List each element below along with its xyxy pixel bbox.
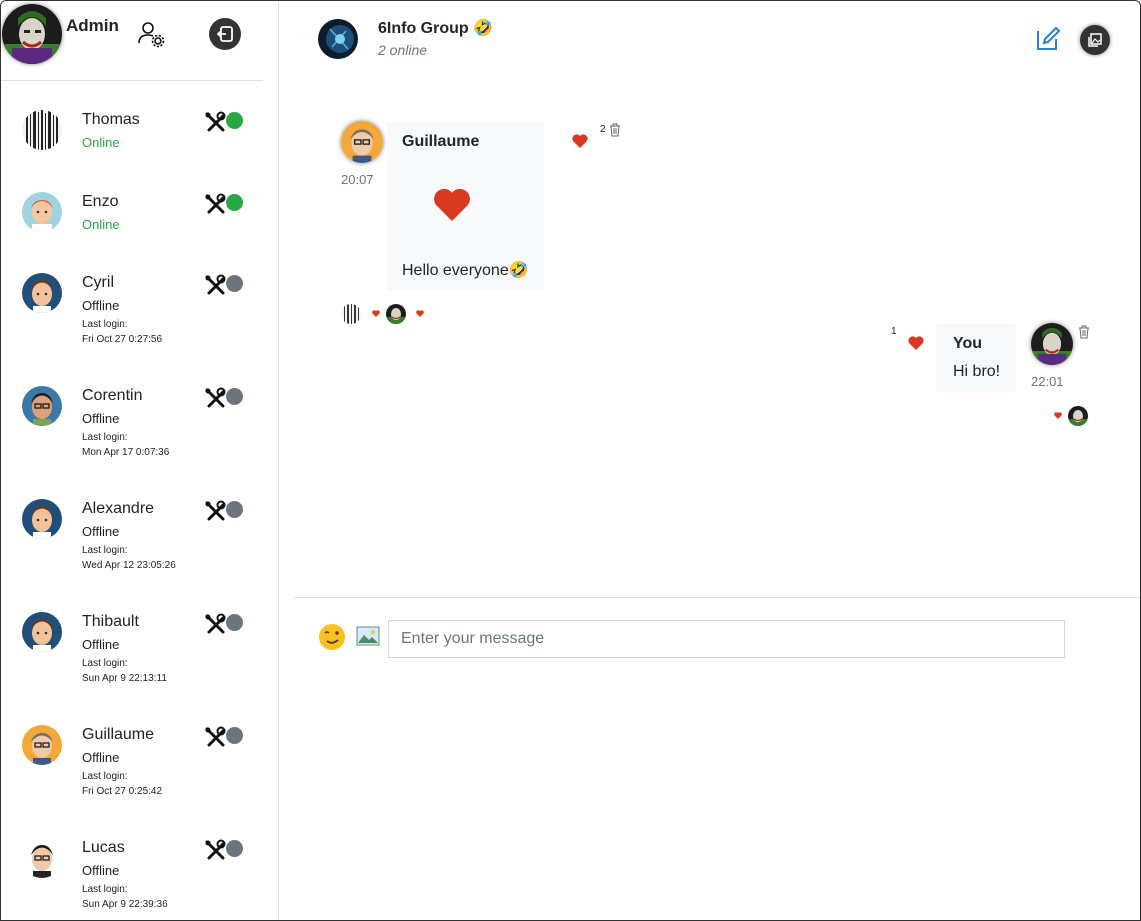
tools-icon[interactable] [204,387,226,409]
group-name: 6Info Group 🤣 [378,20,494,37]
user-status: Offline [82,298,120,313]
avatar [22,110,62,150]
user-settings-icon[interactable] [136,19,166,49]
last-login-label: Last login: [82,432,128,443]
admin-avatar[interactable] [2,4,62,64]
last-login-value: Sun Apr 9 22:13:11 [82,673,167,684]
message-time: 20:07 [341,172,374,187]
user-item-alexandre[interactable]: Alexandre Offline Last login: Wed Apr 12… [1,499,263,612]
heart-react-icon[interactable] [572,134,588,148]
app-window: Admin Thomas Online Enzo Online Cyril Of… [0,0,1141,921]
reaction-count: 2 [600,124,606,135]
online-status-dot [226,112,243,129]
online-status-dot [226,194,243,211]
user-item-guillaume[interactable]: Guillaume Offline Last login: Fri Oct 27… [1,725,263,838]
avatar [22,499,62,539]
user-item-corentin[interactable]: Corentin Offline Last login: Mon Apr 17 … [1,386,263,499]
user-name: Thomas [82,111,140,128]
last-login-value: Fri Oct 27 0:27:56 [82,334,163,345]
offline-status-dot [226,614,243,631]
user-status: Online [82,135,120,150]
last-login-label: Last login: [82,319,128,330]
user-name: Thibault [82,613,139,630]
last-login-value: Fri Oct 27 0:25:42 [82,786,163,797]
message-bubble[interactable]: You Hi bro! [936,324,1016,392]
trash-icon[interactable] [1078,325,1090,339]
reader-avatar [1068,406,1088,426]
heart-icon [1054,412,1062,419]
user-name: Corentin [82,387,143,404]
user-status: Offline [82,524,120,539]
tools-icon[interactable] [204,193,226,215]
logout-icon[interactable] [209,18,241,50]
admin-bar: Admin [1,1,263,81]
user-name: Cyril [82,274,114,291]
avatar [22,192,62,232]
user-status: Offline [82,637,120,652]
my-avatar[interactable] [1031,323,1073,365]
gallery-icon[interactable] [1080,25,1110,55]
last-login-value: Wed Apr 12 23:05:26 [82,560,176,571]
avatar [22,612,62,652]
offline-status-dot [226,275,243,292]
image-upload-icon[interactable] [356,626,380,646]
user-status: Offline [82,411,120,426]
online-count: 2 online [378,42,428,58]
user-item-lucas[interactable]: Lucas Offline Last login: Sun Apr 9 22:3… [1,838,263,920]
tools-icon[interactable] [204,726,226,748]
user-name: Enzo [82,193,119,210]
chat-header: 6Info Group 🤣 2 online [294,1,1140,81]
user-name: Lucas [82,839,125,856]
user-status: Offline [82,750,120,765]
message-composer [294,597,1140,920]
admin-name: Admin [66,16,119,35]
emoji-icon[interactable] [318,623,346,651]
tools-icon[interactable] [204,839,226,861]
heart-icon [416,310,424,317]
tools-icon[interactable] [204,500,226,522]
heart-react-icon[interactable] [908,336,924,350]
tools-icon[interactable] [204,613,226,635]
offline-status-dot [226,388,243,405]
user-name: Alexandre [82,500,155,517]
user-status: Offline [82,863,120,878]
avatar [22,838,62,878]
offline-status-dot [226,727,243,744]
trash-icon[interactable] [609,123,621,137]
message-bubble[interactable]: Guillaume Hello everyone🤣 [387,122,544,290]
last-login-value: Sun Apr 9 22:39:36 [82,899,168,910]
reaction-count: 1 [891,326,897,337]
last-login-value: Mon Apr 17 0:07:36 [82,447,170,458]
message-author: Guillaume [402,133,480,150]
avatar [22,386,62,426]
message-time: 22:01 [1031,374,1064,389]
last-login-label: Last login: [82,884,128,895]
message-text: Hello everyone🤣 [402,262,529,279]
tools-icon[interactable] [204,111,226,133]
heart-sticker-icon [434,188,470,221]
reader-avatar [341,304,361,324]
sidebar: Admin Thomas Online Enzo Online Cyril Of… [1,1,279,920]
last-login-label: Last login: [82,771,128,782]
reader-avatar [386,304,406,324]
last-login-label: Last login: [82,545,128,556]
guillaume-avatar[interactable] [341,121,383,163]
user-name: Guillaume [82,726,155,743]
offline-status-dot [226,501,243,518]
offline-status-dot [226,840,243,857]
user-item-thibault[interactable]: Thibault Offline Last login: Sun Apr 9 2… [1,612,263,725]
avatar [22,273,62,313]
user-status: Online [82,217,120,232]
message-text: Hi bro! [953,363,1001,380]
group-avatar[interactable] [318,19,358,59]
tools-icon[interactable] [204,274,226,296]
avatar [22,725,62,765]
heart-icon [372,310,380,317]
last-login-label: Last login: [82,658,128,669]
message-input[interactable] [388,620,1065,658]
user-item-cyril[interactable]: Cyril Offline Last login: Fri Oct 27 0:2… [1,273,263,386]
edit-icon[interactable] [1034,25,1062,53]
message-author: You [953,335,983,352]
